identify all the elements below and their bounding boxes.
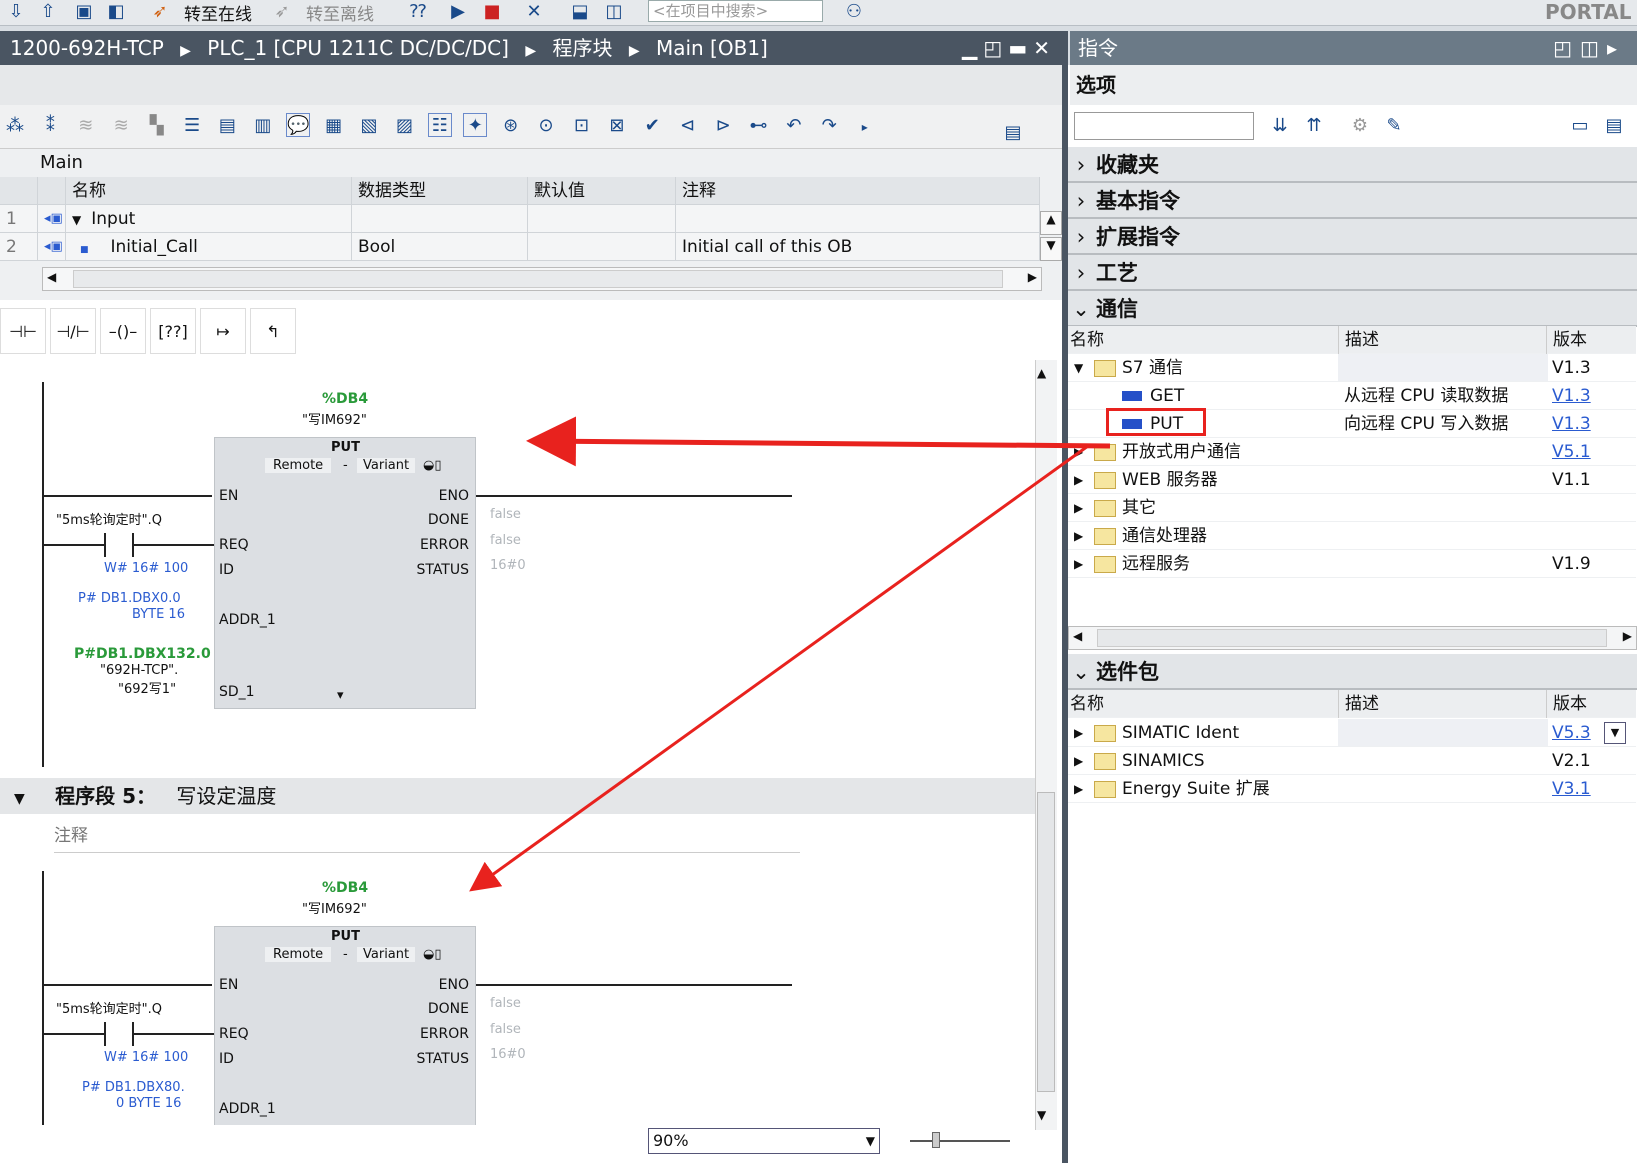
arrow-to-network5 bbox=[469, 444, 1089, 892]
annotation-arrows bbox=[469, 416, 1111, 892]
arrow-to-network4 bbox=[526, 416, 1111, 467]
